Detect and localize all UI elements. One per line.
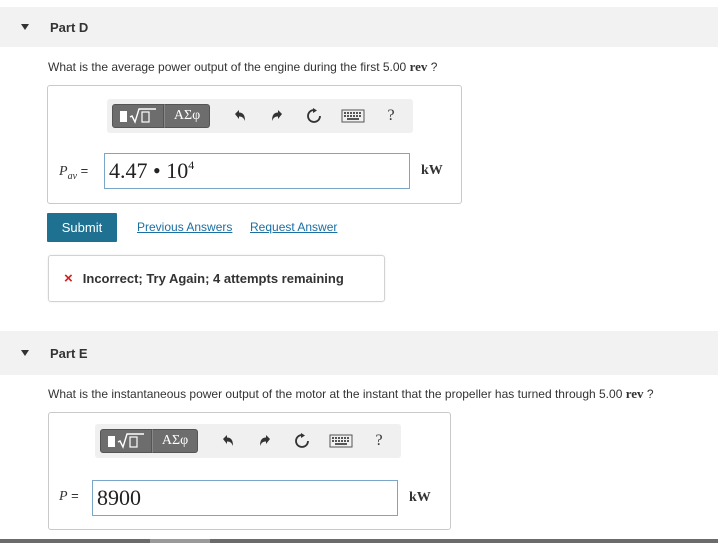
answer-value: 8900 [97, 485, 141, 510]
template-button-group: ΑΣφ [112, 104, 210, 128]
greek-symbols-button[interactable]: ΑΣφ [152, 429, 198, 453]
question-unit: rev [625, 386, 644, 401]
equals-sign: = [67, 488, 79, 503]
answer-input-part-d[interactable]: 4.47 • 10 4 [104, 153, 410, 189]
horizontal-scrollbar[interactable] [0, 539, 718, 543]
unit-label: kW [421, 163, 443, 178]
part-d-answer-box: ΑΣφ ? Pav = 4.47 • 10 4 kW [47, 85, 462, 204]
reset-icon[interactable] [292, 431, 312, 451]
scrollbar-thumb[interactable] [150, 539, 210, 543]
previous-answers-link[interactable]: Previous Answers [137, 220, 232, 234]
variable-label: Pav = [59, 163, 88, 182]
help-button[interactable]: ? [381, 106, 401, 126]
part-e-header[interactable]: Part E [0, 331, 718, 375]
request-answer-link[interactable]: Request Answer [250, 220, 337, 234]
part-d-title: Part D [50, 19, 89, 35]
template-button-group: ΑΣφ [100, 429, 198, 453]
question-text: What is the average power output of the … [48, 60, 410, 74]
question-text: What is the instantaneous power output o… [48, 387, 626, 401]
part-e-title: Part E [50, 345, 88, 361]
templates-button[interactable] [112, 104, 164, 128]
collapse-triangle-icon[interactable] [21, 24, 29, 30]
reset-icon[interactable] [304, 106, 324, 126]
templates-button[interactable] [100, 429, 152, 453]
part-d-header[interactable]: Part D [0, 7, 718, 47]
part-d-question: What is the average power output of the … [48, 59, 437, 75]
question-suffix: ? [427, 60, 438, 74]
part-e-question: What is the instantaneous power output o… [48, 386, 654, 402]
keyboard-icon[interactable] [340, 106, 366, 126]
question-unit: rev [409, 59, 428, 74]
collapse-triangle-icon[interactable] [21, 350, 29, 356]
answer-exponent: 4 [188, 157, 195, 172]
unit-label: kW [409, 490, 431, 505]
undo-icon[interactable] [230, 106, 250, 126]
undo-icon[interactable] [218, 431, 238, 451]
greek-symbols-button[interactable]: ΑΣφ [164, 104, 210, 128]
math-toolbar: ΑΣφ ? [95, 424, 401, 458]
question-suffix: ? [643, 387, 654, 401]
variable-label: P = [59, 488, 79, 505]
redo-icon[interactable] [255, 431, 275, 451]
feedback-box: × Incorrect; Try Again; 4 attempts remai… [48, 255, 385, 302]
help-button[interactable]: ? [369, 431, 389, 451]
templates-icon [120, 108, 156, 124]
math-toolbar: ΑΣφ ? [107, 99, 413, 133]
incorrect-x-icon: × [64, 270, 73, 287]
templates-icon [108, 433, 144, 449]
answer-input-part-e[interactable]: 8900 [92, 480, 398, 516]
keyboard-icon[interactable] [328, 431, 354, 451]
variable-subscript: av [67, 170, 78, 182]
feedback-text: Incorrect; Try Again; 4 attempts remaini… [82, 271, 344, 286]
equals-sign: = [77, 163, 89, 178]
variable-symbol: P [59, 489, 68, 504]
answer-value: 4.47 • 10 [109, 158, 189, 183]
variable-symbol: P [59, 164, 68, 179]
submit-button[interactable]: Submit [47, 213, 117, 242]
part-e-answer-box: ΑΣφ ? P = 8900 kW [48, 412, 451, 530]
redo-icon[interactable] [267, 106, 287, 126]
